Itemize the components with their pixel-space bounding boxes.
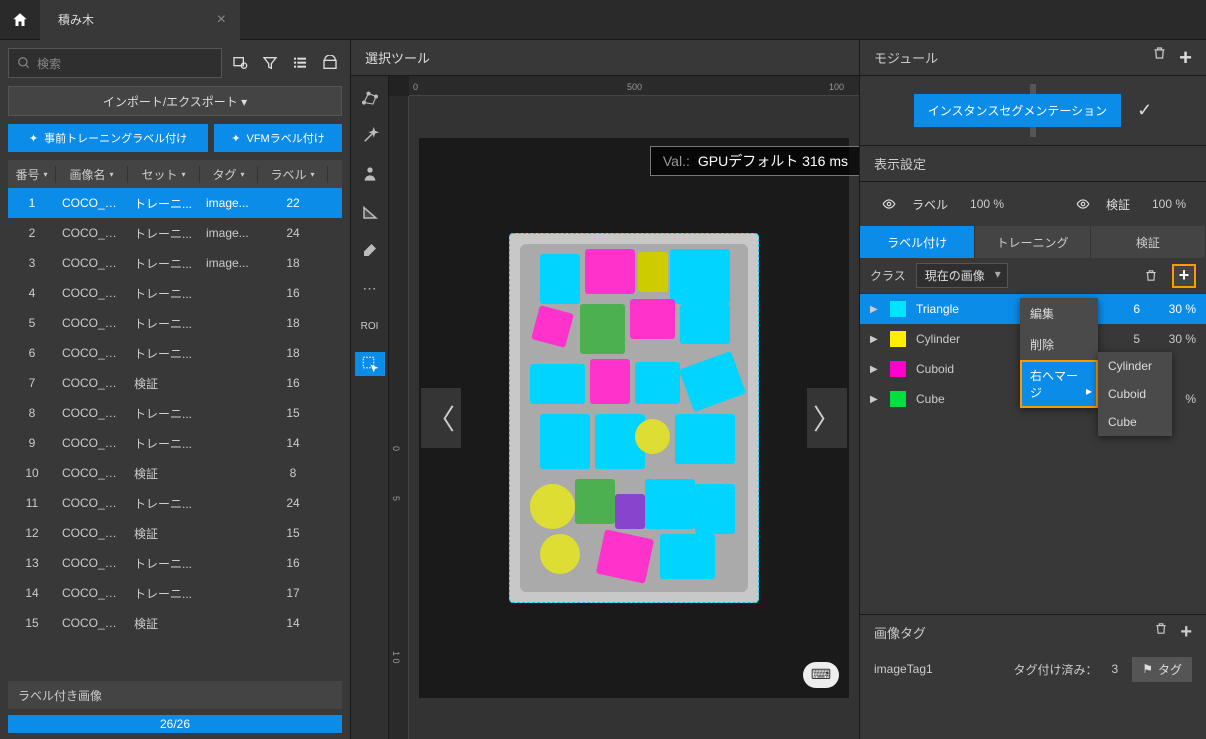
context-menu: 編集 削除 右へマージ▸: [1020, 298, 1098, 408]
validation-badge: Val.:GPUデフォルト 316 ms: [650, 146, 859, 176]
image-viewport: Val.:GPUデフォルト 316 ms 〈 〉 ⌨: [419, 138, 849, 698]
table-row[interactable]: 10COCO_va...検証8: [8, 458, 342, 488]
class-scope-dropdown[interactable]: 現在の画像: [916, 263, 1008, 288]
keyboard-icon[interactable]: ⌨: [803, 662, 839, 688]
tab-training[interactable]: トレーニング: [975, 226, 1090, 258]
next-image-button[interactable]: 〉: [807, 388, 847, 448]
eraser-tool[interactable]: [355, 238, 385, 262]
annotated-image: [509, 233, 759, 603]
close-icon[interactable]: ×: [217, 11, 226, 29]
canvas[interactable]: Val.:GPUデフォルト 316 ms 〈 〉 ⌨: [409, 96, 859, 739]
table-row[interactable]: 9COCO_va...トレーニ...14: [8, 428, 342, 458]
center-header: 選択ツール: [351, 40, 859, 76]
list-icon[interactable]: [288, 51, 312, 75]
tags-header: 画像タグ +: [860, 615, 1206, 649]
table-row[interactable]: 7COCO_va...検証16: [8, 368, 342, 398]
class-list: 編集 削除 右へマージ▸ Cylinder Cuboid Cube ▶Trian…: [860, 294, 1206, 414]
table-row[interactable]: 11COCO_va...トレーニ...24: [8, 488, 342, 518]
module-header: モジュール +: [860, 40, 1206, 76]
tab-title: 積み木: [58, 11, 94, 28]
search-input[interactable]: 検索: [8, 48, 222, 78]
eye-icon[interactable]: [1074, 197, 1092, 211]
ctx-merge[interactable]: 右へマージ▸: [1020, 360, 1098, 408]
table-row[interactable]: 4COCO_va...トレーニ...16: [8, 278, 342, 308]
right-panel: モジュール + インスタンスセグメンテーション ✓ 表示設定 ラベル 100 %…: [860, 40, 1206, 739]
plus-icon[interactable]: +: [1180, 621, 1192, 644]
polygon-tool[interactable]: [355, 86, 385, 110]
table-row[interactable]: 2COCO_va...トレーニ...image...24: [8, 218, 342, 248]
eye-icon[interactable]: [880, 197, 898, 211]
trash-icon[interactable]: [1154, 621, 1168, 644]
table-row[interactable]: 8COCO_va...トレーニ...15: [8, 398, 342, 428]
merge-submenu: Cylinder Cuboid Cube: [1098, 352, 1172, 436]
progress-bar: 26/26: [8, 715, 342, 733]
add-class-button[interactable]: +: [1172, 264, 1196, 288]
pretrain-label-button[interactable]: ✦事前トレーニングラベル付け: [8, 124, 208, 152]
vfm-label-button[interactable]: ✦VFMラベル付け: [214, 124, 342, 152]
display-section-title: 表示設定: [860, 146, 1206, 182]
tag-row: imageTag1 タグ付け済み： 3 ⚑タグ: [860, 649, 1206, 689]
home-button[interactable]: [0, 0, 40, 40]
tab-verify[interactable]: 検証: [1091, 226, 1206, 258]
import-export-button[interactable]: インポート/エクスポート ▾: [8, 86, 342, 116]
roi-tool[interactable]: ROI: [355, 314, 385, 338]
ruler-horizontal: 0 500 100: [409, 76, 859, 96]
table-header: 番号▾ 画像名▾ セット▾ タグ▾ ラベル▾: [8, 160, 342, 188]
tag-button[interactable]: ⚑タグ: [1132, 657, 1192, 682]
ruler-vertical: 0 5 1 0: [389, 96, 409, 739]
mode-tabs: ラベル付け トレーニング 検証: [860, 226, 1206, 258]
prev-image-button[interactable]: 〈: [421, 388, 461, 448]
table-row[interactable]: 15COCO_va...検証14: [8, 608, 342, 638]
check-icon[interactable]: ✓: [1137, 100, 1152, 121]
ctx-edit[interactable]: 編集: [1020, 298, 1098, 329]
plus-icon[interactable]: +: [1179, 45, 1192, 71]
tool-toolbar: ⋯ ROI: [351, 76, 389, 739]
table-row[interactable]: 14COCO_va...トレーニ...17: [8, 578, 342, 608]
display-label-row: ラベル 100 % 検証 100 %: [860, 182, 1206, 226]
image-settings-icon[interactable]: [228, 51, 252, 75]
labeled-images-label: ラベル付き画像: [8, 681, 342, 709]
sub-cylinder[interactable]: Cylinder: [1098, 352, 1172, 380]
tab-labeling[interactable]: ラベル付け: [860, 226, 975, 258]
table-row[interactable]: 1COCO_va...トレーニ...image...22: [8, 188, 342, 218]
sub-cube[interactable]: Cube: [1098, 408, 1172, 436]
select-tool[interactable]: [355, 352, 385, 376]
trash-icon[interactable]: [1144, 268, 1158, 283]
more-tool[interactable]: ⋯: [355, 276, 385, 300]
center-panel: 選択ツール ⋯ ROI 0 500 100 0 5: [350, 40, 860, 739]
grid-icon[interactable]: [318, 51, 342, 75]
wand-tool[interactable]: [355, 124, 385, 148]
table-row[interactable]: 5COCO_va...トレーニ...18: [8, 308, 342, 338]
search-placeholder: 検索: [37, 55, 61, 72]
class-header-row: クラス 現在の画像 +: [860, 258, 1206, 294]
module-chip[interactable]: インスタンスセグメンテーション: [914, 94, 1121, 127]
table-row[interactable]: 12COCO_va...検証15: [8, 518, 342, 548]
module-chip-row: インスタンスセグメンテーション ✓: [860, 76, 1206, 146]
tag-name: imageTag1: [874, 662, 933, 676]
left-panel: 検索 インポート/エクスポート ▾ ✦事前トレーニングラベル付け ✦VFMラベル…: [0, 40, 350, 739]
trash-icon[interactable]: [1152, 45, 1167, 71]
person-tool[interactable]: [355, 162, 385, 186]
angle-tool[interactable]: [355, 200, 385, 224]
sub-cuboid[interactable]: Cuboid: [1098, 380, 1172, 408]
project-tab[interactable]: 積み木 ×: [40, 0, 240, 40]
table-row[interactable]: 13COCO_va...トレーニ...16: [8, 548, 342, 578]
table-row[interactable]: 6COCO_va...トレーニ...18: [8, 338, 342, 368]
filter-icon[interactable]: [258, 51, 282, 75]
ctx-delete[interactable]: 削除: [1020, 329, 1098, 360]
table-row[interactable]: 3COCO_va...トレーニ...image...18: [8, 248, 342, 278]
